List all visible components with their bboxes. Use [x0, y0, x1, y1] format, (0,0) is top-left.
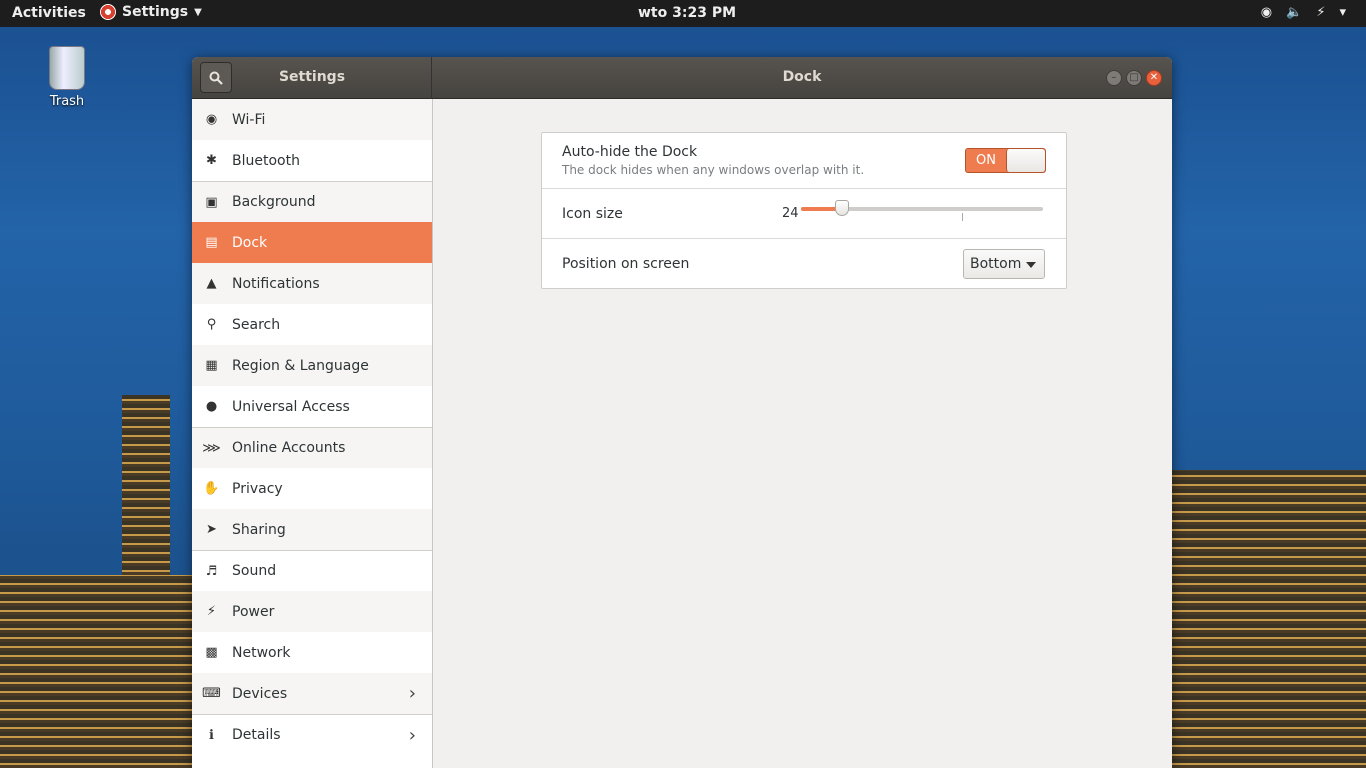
close-button[interactable]: ✕ — [1146, 70, 1162, 86]
slider-handle[interactable] — [835, 200, 849, 216]
sidebar-item-label: Power — [232, 603, 275, 620]
sidebar-item-dock[interactable]: ▤ Dock — [192, 222, 432, 263]
sidebar-item-online-accounts[interactable]: ⋙ Online Accounts — [192, 427, 432, 468]
app-menu[interactable]: Settings ▼ — [100, 4, 202, 20]
search-icon: ⚲ — [206, 317, 217, 332]
sidebar-item-label: Privacy — [232, 480, 283, 497]
sidebar-item-universal-access[interactable]: ● Universal Access — [192, 386, 432, 427]
sidebar-title: Settings — [278, 69, 346, 85]
autohide-switch[interactable]: ON — [965, 148, 1046, 173]
dropdown-arrow-icon — [1026, 262, 1036, 268]
power-menu-icon: ▾ — [1339, 5, 1346, 20]
icon-size-row: Icon size 24 — [542, 189, 1066, 239]
wifi-icon: ◉ — [205, 112, 218, 127]
panel-title: Dock — [782, 69, 822, 85]
autohide-description: The dock hides when any windows overlap … — [562, 163, 865, 177]
position-dropdown[interactable]: Bottom — [963, 249, 1045, 279]
accessibility-icon: ● — [205, 399, 218, 414]
icon-size-label: Icon size — [562, 206, 623, 222]
sidebar-item-details[interactable]: ℹ Details › — [192, 714, 432, 755]
network-icon: ▩ — [205, 645, 218, 660]
city-skyline-left — [0, 575, 192, 768]
bell-icon: ▲ — [206, 276, 217, 291]
sidebar-item-label: Background — [232, 194, 316, 210]
position-value: Bottom — [970, 256, 1022, 272]
camera-icon: ▦ — [205, 358, 218, 373]
top-bar: Activities Settings ▼ wto 3:23 PM ◉ 🔈 ⚡ … — [0, 0, 1366, 27]
icon-size-slider[interactable] — [801, 200, 1043, 221]
sidebar-item-label: Network — [232, 644, 291, 661]
sidebar-item-label: Universal Access — [232, 398, 350, 415]
bluetooth-icon: ✱ — [206, 153, 217, 168]
sidebar-item-devices[interactable]: ⌨ Devices › — [192, 673, 432, 714]
position-label: Position on screen — [562, 256, 690, 272]
volume-muted-icon: 🔈 — [1286, 5, 1303, 20]
sidebar-item-label: Bluetooth — [232, 152, 300, 169]
title-bar[interactable]: Settings Dock – □ ✕ — [192, 57, 1172, 99]
sidebar-item-label: Details — [232, 727, 281, 743]
sidebar-item-search[interactable]: ⚲ Search — [192, 304, 432, 345]
sidebar-item-wifi[interactable]: ◉ Wi-Fi — [192, 99, 432, 140]
chevron-right-icon: › — [408, 683, 416, 704]
sidebar-header: Settings — [192, 57, 432, 99]
sidebar-item-label: Notifications — [232, 275, 320, 292]
sidebar-item-background[interactable]: ▣ Background — [192, 181, 432, 222]
dock-settings-panel: Auto-hide the Dock The dock hides when a… — [541, 132, 1067, 289]
city-tower-left — [122, 395, 170, 575]
devices-icon: ⌨ — [202, 686, 221, 701]
online-accounts-icon: ⋙ — [202, 441, 221, 456]
sidebar-item-label: Online Accounts — [232, 440, 346, 456]
chevron-right-icon: › — [408, 725, 416, 746]
autohide-label: Auto-hide the Dock — [562, 144, 698, 160]
clock[interactable]: wto 3:23 PM — [638, 5, 736, 21]
maximize-button[interactable]: □ — [1126, 70, 1142, 86]
autohide-row: Auto-hide the Dock The dock hides when a… — [542, 133, 1066, 189]
trash-icon — [49, 46, 85, 90]
sidebar-item-label: Sound — [232, 563, 277, 579]
hand-icon: ✋ — [203, 481, 220, 496]
sidebar: ◉ Wi-Fi ✱ Bluetooth ▣ Background ▤ Dock … — [192, 99, 433, 768]
sidebar-item-power[interactable]: ⚡ Power — [192, 591, 432, 632]
activities-button[interactable]: Activities — [12, 5, 86, 21]
sidebar-item-bluetooth[interactable]: ✱ Bluetooth — [192, 140, 432, 181]
dock-icon: ▤ — [205, 235, 218, 250]
minimize-button[interactable]: – — [1106, 70, 1122, 86]
background-icon: ▣ — [205, 195, 218, 210]
app-menu-label: Settings — [122, 4, 189, 20]
slider-mark — [962, 213, 963, 221]
sidebar-item-privacy[interactable]: ✋ Privacy — [192, 468, 432, 509]
info-icon: ℹ — [209, 728, 214, 743]
settings-window: Settings Dock – □ ✕ ◉ Wi-Fi ✱ Bluetooth … — [192, 57, 1172, 768]
sidebar-item-label: Dock — [232, 234, 268, 251]
city-skyline-right — [1172, 470, 1366, 768]
sidebar-item-sharing[interactable]: ➤ Sharing — [192, 509, 432, 550]
sidebar-item-label: Search — [232, 316, 281, 333]
power-icon: ⚡ — [206, 604, 217, 619]
trash-desktop-icon[interactable]: Trash — [42, 46, 92, 109]
sidebar-item-sound[interactable]: ♬ Sound — [192, 550, 432, 591]
sidebar-item-label: Devices — [232, 685, 288, 702]
sidebar-item-label: Wi-Fi — [232, 111, 266, 128]
sidebar-item-label: Sharing — [232, 521, 286, 538]
speaker-icon: ♬ — [205, 564, 218, 579]
battery-charging-icon: ⚡ — [1316, 5, 1326, 20]
trash-label: Trash — [49, 94, 85, 109]
switch-state-label: ON — [976, 153, 996, 168]
switch-knob — [1006, 149, 1045, 172]
sidebar-item-region-language[interactable]: ▦ Region & Language — [192, 345, 432, 386]
wifi-icon: ◉ — [1260, 5, 1273, 20]
icon-size-value: 24 — [782, 206, 799, 221]
sidebar-item-network[interactable]: ▩ Network — [192, 632, 432, 673]
sidebar-item-label: Region & Language — [232, 357, 369, 374]
system-tray[interactable]: ◉ 🔈 ⚡ ▾ — [1261, 5, 1346, 20]
position-row: Position on screen Bottom — [542, 239, 1066, 289]
settings-gear-icon — [100, 4, 116, 20]
share-icon: ➤ — [206, 522, 217, 537]
sidebar-item-notifications[interactable]: ▲ Notifications — [192, 263, 432, 304]
chevron-down-icon: ▼ — [194, 6, 202, 18]
